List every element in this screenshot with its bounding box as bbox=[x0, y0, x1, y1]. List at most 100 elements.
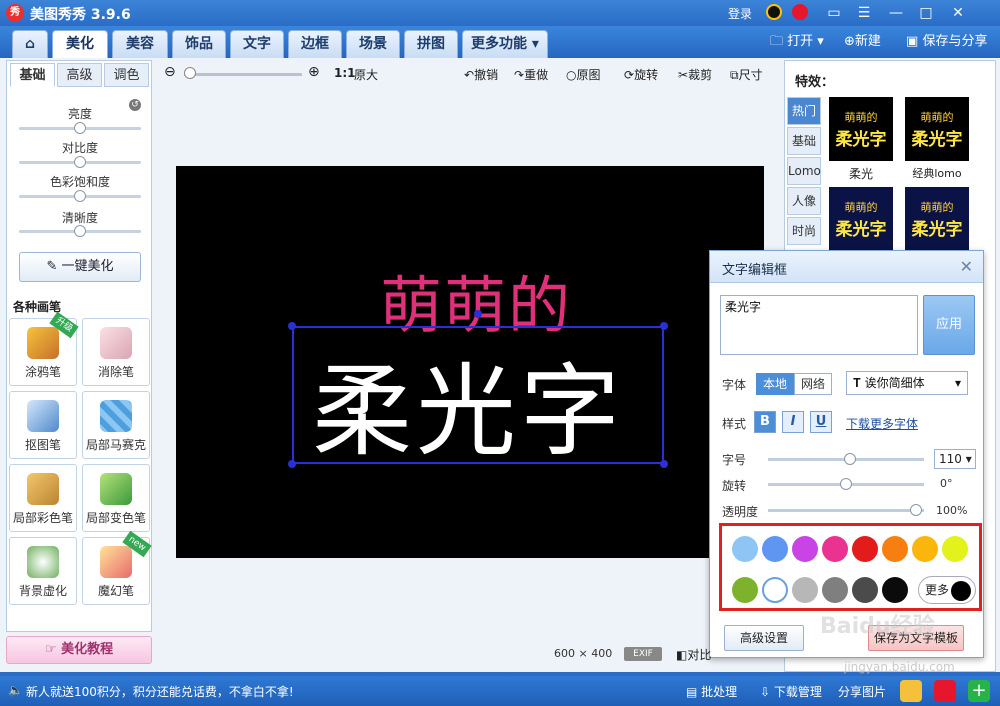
tab-scenes[interactable]: 场景 bbox=[346, 30, 400, 58]
undo-button[interactable]: ↶撤销 bbox=[464, 66, 498, 83]
italic-button[interactable]: I bbox=[782, 411, 804, 433]
color-swatch[interactable] bbox=[822, 577, 848, 603]
status-message[interactable]: 新人就送100积分，积分还能兑话费，不拿白不拿! bbox=[26, 683, 294, 700]
effect-thumb-3[interactable]: 萌萌的 柔光字 bbox=[829, 187, 893, 251]
close-button[interactable]: ✕ bbox=[946, 3, 970, 23]
effect-thumb-soft[interactable]: 萌萌的 柔光字 bbox=[829, 97, 893, 161]
tab-text[interactable]: 文字 bbox=[230, 30, 284, 58]
exif-button[interactable]: EXIF bbox=[624, 647, 662, 661]
fx-tab-fashion[interactable]: 时尚 bbox=[787, 217, 821, 245]
text-input[interactable]: 柔光字 bbox=[720, 295, 918, 355]
color-swatch[interactable] bbox=[762, 577, 788, 603]
download-manager-button[interactable]: ⇩ 下载管理 bbox=[760, 683, 822, 700]
maximize-button[interactable]: □ bbox=[914, 3, 938, 23]
brush-background-blur[interactable]: 背景虚化 bbox=[9, 537, 77, 605]
qq-icon[interactable] bbox=[766, 4, 782, 20]
open-button[interactable]: 🗀 打开 ▾ bbox=[770, 32, 824, 52]
opacity-slider[interactable] bbox=[768, 509, 924, 512]
compare-button[interactable]: ◧对比 bbox=[676, 646, 711, 663]
saturation-slider[interactable] bbox=[19, 190, 141, 202]
brush-cutout[interactable]: 抠图笔 bbox=[9, 391, 77, 459]
opacity-slider-knob[interactable] bbox=[910, 504, 922, 516]
resize-handle-tr[interactable] bbox=[660, 322, 668, 330]
brush-mosaic[interactable]: 局部马赛克 bbox=[82, 391, 150, 459]
original-image-button[interactable]: ○原图 bbox=[566, 66, 601, 83]
sharpness-slider[interactable] bbox=[19, 225, 141, 237]
login-link[interactable]: 登录 bbox=[728, 5, 752, 22]
brush-eraser[interactable]: 消除笔 bbox=[82, 318, 150, 386]
brush-magic[interactable]: 魔幻笔 new bbox=[82, 530, 152, 605]
tab-more-features[interactable]: 更多功能 ▾ bbox=[462, 30, 548, 58]
zoom-slider-knob[interactable] bbox=[184, 67, 196, 79]
font-local-button[interactable]: 本地 bbox=[756, 373, 794, 395]
font-online-button[interactable]: 网络 bbox=[794, 373, 832, 395]
color-swatch[interactable] bbox=[792, 577, 818, 603]
tab-beautify[interactable]: 美化 bbox=[52, 30, 108, 58]
fx-tab-portrait[interactable]: 人像 bbox=[787, 187, 821, 215]
skin-icon[interactable]: ▭ bbox=[822, 3, 846, 23]
share-image-button[interactable]: 分享图片 bbox=[838, 683, 886, 700]
color-swatch[interactable] bbox=[732, 577, 758, 603]
star-icon[interactable] bbox=[900, 680, 922, 702]
advanced-settings-button[interactable]: 高级设置 bbox=[724, 625, 804, 651]
resize-handle-bl[interactable] bbox=[288, 460, 296, 468]
dialog-close-icon[interactable]: ✕ bbox=[960, 257, 973, 276]
tab-advanced[interactable]: 高级 bbox=[57, 63, 102, 87]
settings-icon[interactable]: ☰ bbox=[852, 3, 876, 23]
underline-button[interactable]: U bbox=[810, 411, 832, 433]
effect-thumb-4[interactable]: 萌萌的 柔光字 bbox=[905, 187, 969, 251]
color-swatch[interactable] bbox=[792, 536, 818, 562]
canvas-main-text[interactable]: 柔光字 bbox=[312, 330, 624, 475]
brush-doodle[interactable]: 涂鸦笔 升级 bbox=[9, 311, 79, 386]
home-tab[interactable]: ⌂ bbox=[12, 30, 48, 58]
ratio-label[interactable]: 1:1 bbox=[334, 66, 356, 80]
color-swatch[interactable] bbox=[942, 536, 968, 562]
brightness-slider-knob[interactable] bbox=[74, 122, 86, 134]
color-swatch[interactable] bbox=[822, 536, 848, 562]
fx-tab-lomo[interactable]: Lomo bbox=[787, 157, 821, 185]
brush-partial-color[interactable]: 局部彩色笔 bbox=[9, 464, 77, 532]
color-swatch[interactable] bbox=[732, 536, 758, 562]
contrast-slider-knob[interactable] bbox=[74, 156, 86, 168]
crop-button[interactable]: ✂裁剪 bbox=[678, 66, 712, 83]
redo-button[interactable]: ↷重做 bbox=[514, 66, 548, 83]
tutorial-button[interactable]: ☞ 美化教程 bbox=[6, 636, 152, 664]
add-icon[interactable]: + bbox=[968, 680, 990, 702]
brush-recolor[interactable]: 局部变色笔 bbox=[82, 464, 150, 532]
fx-tab-basic[interactable]: 基础 bbox=[787, 127, 821, 155]
one-key-beautify-button[interactable]: ✎ 一键美化 bbox=[19, 252, 141, 282]
rotate-button[interactable]: ⟳旋转 bbox=[624, 66, 658, 83]
font-select[interactable]: 𝐓 诶你简细体 ▾ bbox=[846, 371, 968, 395]
size-slider-knob[interactable] bbox=[844, 453, 856, 465]
tab-basic[interactable]: 基础 bbox=[10, 63, 55, 87]
effect-thumb-classic-lomo[interactable]: 萌萌的 柔光字 bbox=[905, 97, 969, 161]
tab-color[interactable]: 调色 bbox=[104, 63, 149, 87]
rotate-slider-knob[interactable] bbox=[840, 478, 852, 490]
minimize-button[interactable]: — bbox=[884, 3, 908, 23]
brightness-slider[interactable] bbox=[19, 122, 141, 134]
color-swatch[interactable] bbox=[762, 536, 788, 562]
new-button[interactable]: ⊕新建 bbox=[844, 32, 881, 52]
tab-collage[interactable]: 拼图 bbox=[404, 30, 458, 58]
batch-button[interactable]: ▤ 批处理 bbox=[686, 683, 737, 700]
original-size-button[interactable]: 原大 bbox=[354, 66, 378, 83]
tab-decorations[interactable]: 饰品 bbox=[172, 30, 226, 58]
tab-frames[interactable]: 边框 bbox=[288, 30, 342, 58]
size-select[interactable]: 110 ▾ bbox=[934, 449, 976, 469]
color-swatch[interactable] bbox=[912, 536, 938, 562]
contrast-slider[interactable] bbox=[19, 156, 141, 168]
weibo-icon[interactable] bbox=[792, 4, 808, 20]
tab-beauty[interactable]: 美容 bbox=[112, 30, 168, 58]
zoom-out-icon[interactable]: ⊖ bbox=[164, 64, 176, 80]
fx-tab-hot[interactable]: 热门 bbox=[787, 97, 821, 125]
color-swatch[interactable] bbox=[882, 536, 908, 562]
color-swatch[interactable] bbox=[852, 536, 878, 562]
saturation-slider-knob[interactable] bbox=[74, 190, 86, 202]
bold-button[interactable]: B bbox=[754, 411, 776, 433]
weibo-share-icon[interactable] bbox=[934, 680, 956, 702]
more-colors-button[interactable]: 更多 bbox=[918, 576, 976, 604]
zoom-in-icon[interactable]: ⊕ bbox=[308, 64, 320, 80]
color-swatch[interactable] bbox=[852, 577, 878, 603]
rotate-handle[interactable] bbox=[474, 310, 482, 318]
resize-button[interactable]: ⧉尺寸 bbox=[730, 66, 763, 83]
